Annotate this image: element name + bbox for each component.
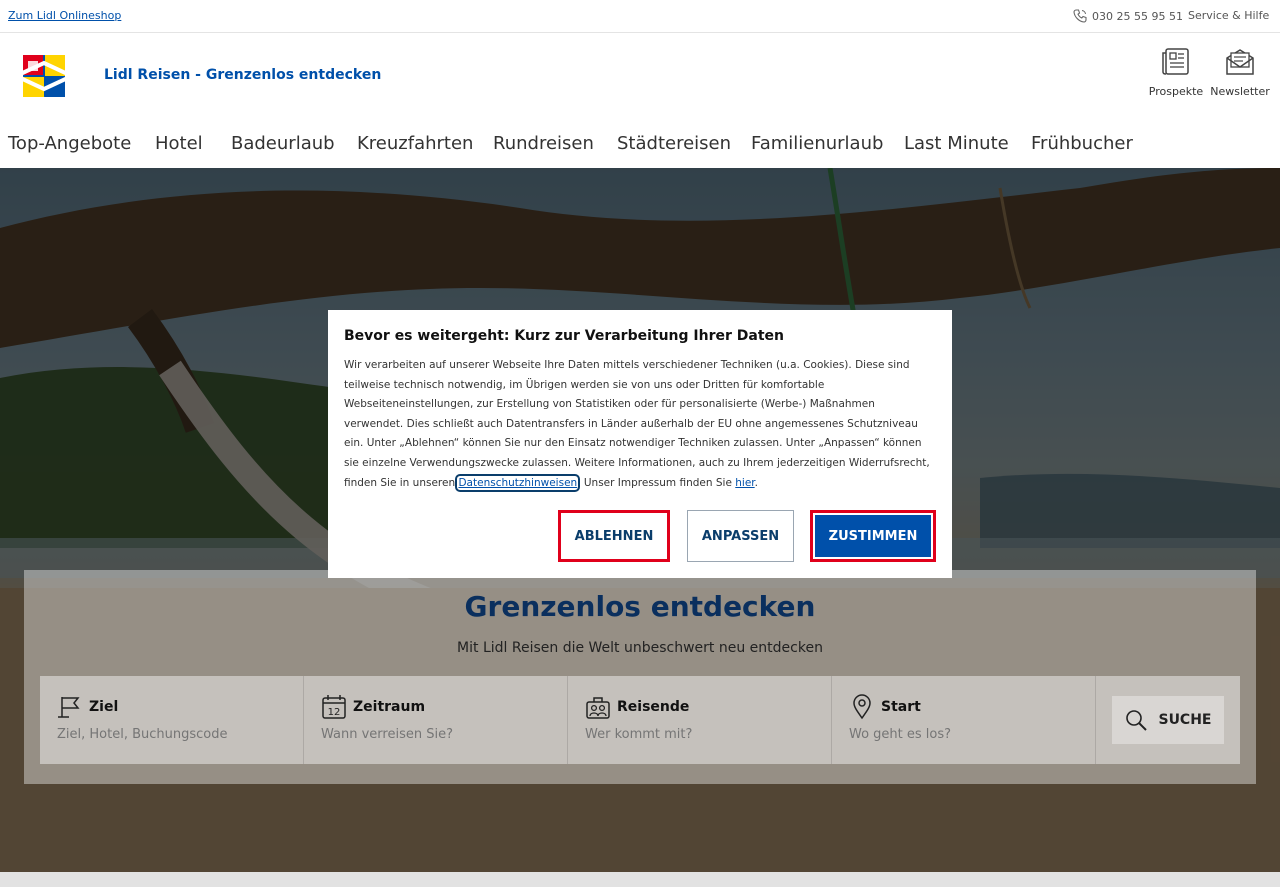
destination-input[interactable] [57, 727, 277, 742]
search-subtitle: Mit Lidl Reisen die Welt unbeschwert neu… [457, 640, 823, 656]
customize-button[interactable]: ANPASSEN [687, 510, 794, 562]
phone-number: 030 25 55 95 51 [1092, 9, 1183, 23]
consent-text-end: . [754, 476, 758, 489]
nav-item-familienurlaub[interactable]: Familienurlaub [751, 133, 883, 154]
privacy-notice-link[interactable]: Datenschutzhinweisen [455, 473, 581, 492]
imprint-link[interactable]: hier [735, 477, 754, 489]
nav-item-staedtereisen[interactable]: Städtereisen [617, 133, 731, 154]
destination-label: Ziel [89, 699, 119, 715]
search-form: Ziel 12 Zeitraum Reisende [40, 676, 1240, 764]
newsletter-icon [1226, 49, 1254, 75]
newsletter-button[interactable]: Newsletter [1210, 47, 1270, 98]
location-pin-icon [853, 694, 871, 720]
nav-item-kreuzfahrten[interactable]: Kreuzfahrten [357, 133, 473, 154]
nav-item-rundreisen[interactable]: Rundreisen [493, 133, 594, 154]
search-icon [1126, 710, 1148, 731]
service-link[interactable]: Service & Hilfe [1188, 9, 1269, 22]
lidl-reisen-logo[interactable] [14, 53, 74, 99]
nav-item-top-angebote[interactable]: Top-Angebote [8, 133, 131, 154]
calendar-icon: 12 [322, 695, 346, 719]
nav-item-fruehbucher[interactable]: Frühbucher [1031, 133, 1133, 154]
departure-input[interactable] [849, 727, 1069, 742]
travellers-input[interactable] [585, 727, 805, 742]
date-range-input[interactable] [321, 727, 541, 742]
onlineshop-link[interactable]: Zum Lidl Onlineshop [8, 9, 121, 22]
calendar-day: 12 [328, 707, 341, 718]
consent-body: Wir verarbeiten auf unserer Webseite Ihr… [344, 359, 930, 489]
search-panel: Grenzenlos entdecken Mit Lidl Reisen die… [24, 570, 1256, 784]
travellers-icon [586, 697, 610, 719]
utility-bar: Zum Lidl Onlineshop 030 25 55 95 51 Serv… [0, 0, 1280, 33]
destination-field[interactable]: Ziel [40, 676, 304, 764]
travellers-field[interactable]: Reisende [568, 676, 832, 764]
nav-item-badeurlaub[interactable]: Badeurlaub [231, 133, 335, 154]
nav-item-last-minute[interactable]: Last Minute [904, 133, 1009, 154]
brand-title[interactable]: Lidl Reisen - Grenzenlos entdecken [104, 67, 381, 83]
brochures-button[interactable]: Prospekte [1146, 47, 1206, 98]
search-button[interactable]: SUCHE [1112, 696, 1224, 744]
brochure-icon [1162, 48, 1189, 75]
brochures-label: Prospekte [1148, 85, 1204, 98]
search-button-label: SUCHE [1158, 712, 1212, 728]
phone-icon [1073, 9, 1087, 23]
page-footer-strip [0, 872, 1280, 887]
main-navigation: Top-Angebote Hotel Badeurlaub Kreuzfahrt… [0, 121, 1280, 168]
newsletter-label: Newsletter [1210, 85, 1270, 98]
site-header: Lidl Reisen - Grenzenlos entdecken Prosp… [0, 33, 1280, 121]
departure-label: Start [881, 699, 921, 715]
departure-field[interactable]: Start [832, 676, 1096, 764]
date-range-field[interactable]: 12 Zeitraum [304, 676, 568, 764]
search-title: Grenzenlos entdecken [464, 590, 816, 623]
accept-button[interactable]: ZUSTIMMEN [810, 510, 936, 562]
consent-imprint-text: . Unser Impressum finden Sie [577, 476, 732, 489]
consent-text: Wir verarbeiten auf unserer Webseite Ihr… [344, 356, 930, 493]
decline-button[interactable]: ABLEHNEN [558, 510, 670, 562]
consent-title: Bevor es weitergeht: Kurz zur Verarbeitu… [344, 328, 784, 344]
phone-contact[interactable]: 030 25 55 95 51 [1072, 8, 1183, 24]
date-range-label: Zeitraum [353, 699, 426, 715]
nav-item-hotel[interactable]: Hotel [155, 133, 203, 154]
flag-icon [58, 697, 80, 718]
travellers-label: Reisende [617, 699, 690, 715]
cookie-consent-dialog: Bevor es weitergeht: Kurz zur Verarbeitu… [328, 310, 952, 578]
